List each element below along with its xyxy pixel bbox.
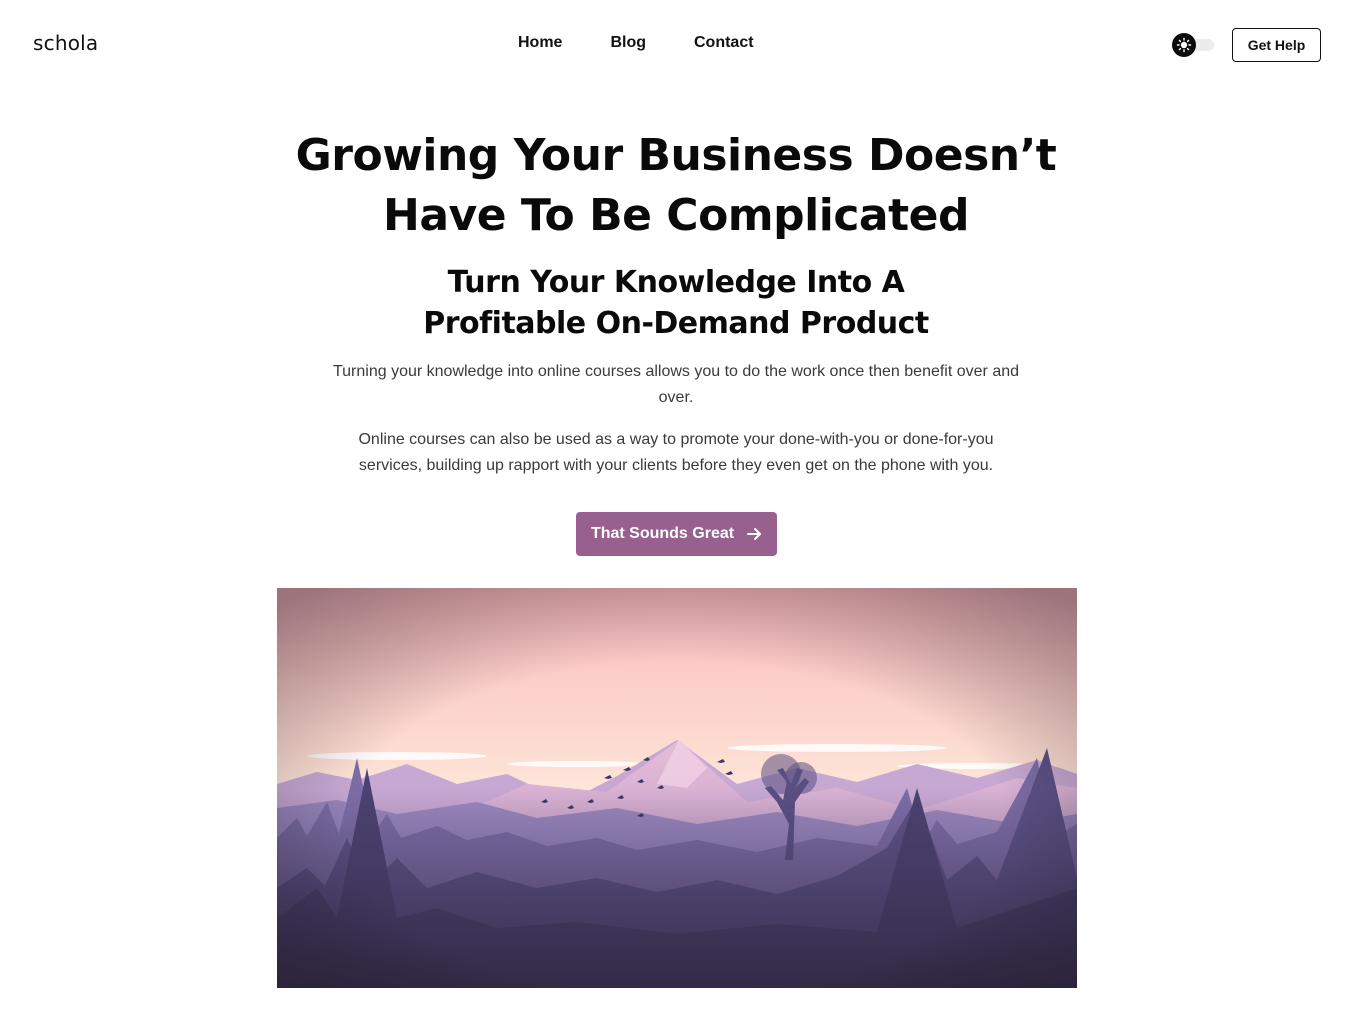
site-header: schola Home Blog Contact Get Help <box>0 0 1352 90</box>
nav-blog[interactable]: Blog <box>610 34 646 52</box>
mountain-landscape-illustration <box>277 588 1077 988</box>
hero-title-line-2: Have To Be Complicated <box>383 190 969 241</box>
hero-subtitle: Turn Your Knowledge Into A Profitable On… <box>0 262 1352 344</box>
nav-contact[interactable]: Contact <box>694 34 754 52</box>
nav-home[interactable]: Home <box>518 34 562 52</box>
site-logo[interactable]: schola <box>33 31 98 55</box>
cta-button[interactable]: That Sounds Great <box>576 512 777 556</box>
main-nav: Home Blog Contact <box>518 34 754 52</box>
hero-image <box>277 588 1077 988</box>
arrow-right-icon <box>747 528 762 540</box>
toggle-knob <box>1172 33 1196 57</box>
get-help-button[interactable]: Get Help <box>1232 28 1321 62</box>
cta-label: That Sounds Great <box>590 525 735 542</box>
hero-subtitle-line-2: Profitable On-Demand Product <box>423 306 929 341</box>
theme-toggle[interactable] <box>1172 33 1214 57</box>
hero-paragraph-2: Online courses can also be used as a way… <box>358 431 994 474</box>
sun-icon <box>1176 37 1192 53</box>
hero-paragraph-1: Turning your knowledge into online cours… <box>332 363 1020 406</box>
hero-subtitle-line-1: Turn Your Knowledge Into A <box>447 265 905 300</box>
hero-title-line-1: Growing Your Business Doesn’t <box>295 130 1057 181</box>
hero-title: Growing Your Business Doesn’t Have To Be… <box>0 126 1352 246</box>
